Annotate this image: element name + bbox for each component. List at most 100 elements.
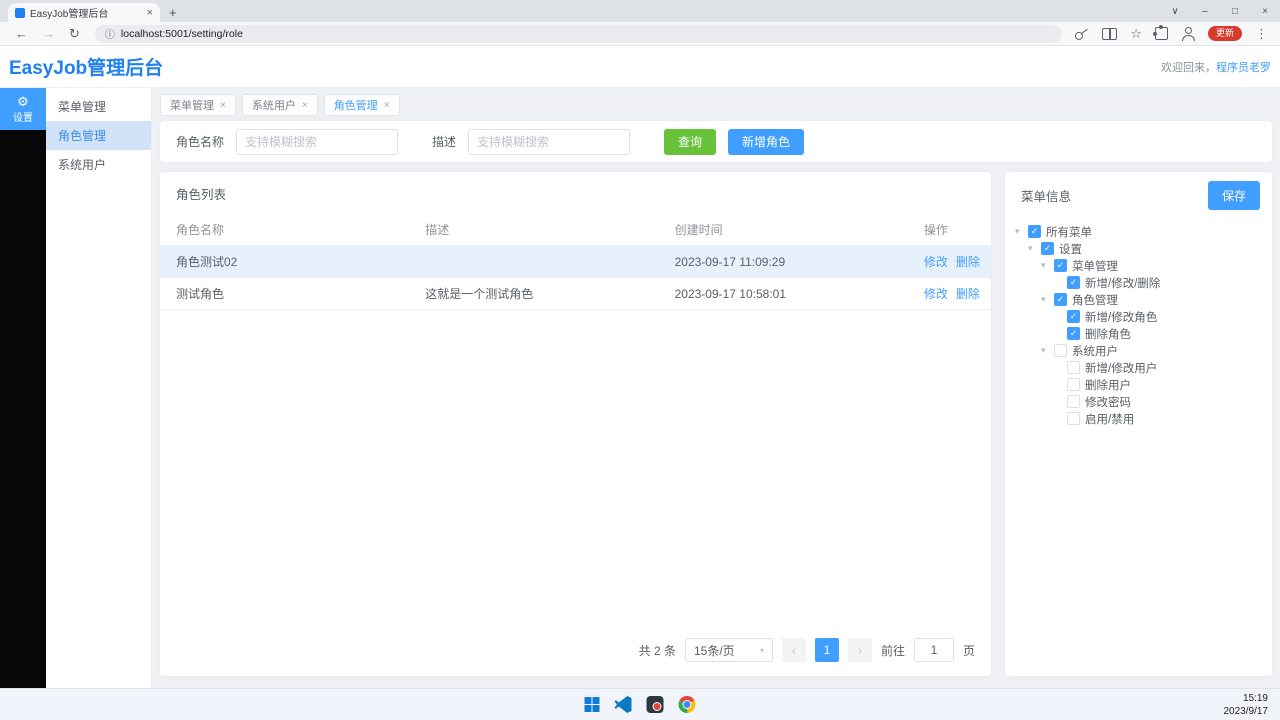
table-header-row: 角色名称 描述 创建时间 操作 xyxy=(160,214,991,246)
menu-info-card: 菜单信息 保存 ▾✓所有菜单▾✓设置▾✓菜单管理▾✓新增/修改/删除▾✓角色管理… xyxy=(1005,172,1272,676)
browser-tab-strip: EasyJob管理后台 × + ∨ – □ × xyxy=(0,0,1280,22)
caret-down-icon[interactable]: ▾ xyxy=(1041,294,1054,305)
caret-down-icon[interactable]: ▾ xyxy=(1041,260,1054,271)
save-button[interactable]: 保存 xyxy=(1207,181,1260,210)
tree-node[interactable]: ▾ ✓ 所有菜单 xyxy=(1013,223,1264,240)
windows-start-icon[interactable] xyxy=(584,697,600,712)
refresh-button[interactable]: ↻ xyxy=(69,26,80,42)
tree-checkbox[interactable]: ✓ xyxy=(1041,242,1054,255)
pagination: 共 2 条 15条/页 ▾ ‹ 1 › 前往 页 xyxy=(160,626,991,676)
tab-close-icon[interactable]: × xyxy=(220,100,226,111)
back-button[interactable]: ← xyxy=(15,26,28,41)
caret-down-icon[interactable]: ▾ xyxy=(1041,345,1054,356)
menu-info-title: 菜单信息 xyxy=(1021,190,1072,204)
tree-node[interactable]: ▾ ✓ 菜单管理 xyxy=(1013,257,1264,274)
site-info-icon[interactable]: ⓘ xyxy=(105,26,115,41)
browser-profile-icon[interactable] xyxy=(1181,26,1195,41)
edit-link[interactable]: 修改 xyxy=(924,287,948,301)
page-size-select[interactable]: 15条/页 ▾ xyxy=(684,638,773,662)
page-tab[interactable]: 角色管理 × xyxy=(323,94,400,116)
cell-actions: 修改 删除 xyxy=(907,277,991,310)
tree-checkbox[interactable]: ✓ xyxy=(1067,327,1080,340)
sidebar-item[interactable]: 系统用户 xyxy=(46,150,151,179)
role-list-title: 角色列表 xyxy=(176,188,227,202)
tree-node-label: 删除用户 xyxy=(1085,379,1131,392)
caret-down-icon[interactable]: ▾ xyxy=(1015,226,1028,237)
next-page-button[interactable]: › xyxy=(847,638,872,662)
favorites-star-icon[interactable]: ☆ xyxy=(1130,27,1142,40)
sidebar-item[interactable]: 菜单管理 xyxy=(46,92,151,121)
rail-item-settings[interactable]: ⚙ 设置 xyxy=(0,88,46,130)
goto-label: 前往 xyxy=(880,643,905,658)
maximize-button[interactable]: □ xyxy=(1220,0,1250,22)
tree-checkbox[interactable] xyxy=(1054,344,1067,357)
taskbar-clock[interactable]: 15:19 2023/9/17 xyxy=(1224,692,1269,718)
address-bar[interactable]: ⓘ localhost:5001/setting/role xyxy=(94,24,1063,43)
password-key-icon[interactable] xyxy=(1071,23,1092,44)
page-tab[interactable]: 系统用户 × xyxy=(241,94,318,116)
tree-checkbox[interactable]: ✓ xyxy=(1067,310,1080,323)
forward-button[interactable]: → xyxy=(42,26,55,41)
page-tab[interactable]: 菜单管理 × xyxy=(160,94,236,116)
app-icon[interactable] xyxy=(646,696,664,713)
tree-node[interactable]: ▾删除用户 xyxy=(1013,376,1264,393)
delete-link[interactable]: 删除 xyxy=(956,287,980,301)
role-name-input[interactable] xyxy=(236,128,399,155)
chrome-icon[interactable] xyxy=(678,696,696,713)
close-window-button[interactable]: × xyxy=(1250,0,1280,22)
tree-checkbox[interactable]: ✓ xyxy=(1054,259,1067,272)
browser-menu-dots-icon[interactable]: ⋮ xyxy=(1255,27,1268,40)
query-button[interactable]: 查询 xyxy=(664,128,717,155)
tree-node[interactable]: ▾ ✓ 角色管理 xyxy=(1013,291,1264,308)
extensions-puzzle-icon[interactable] xyxy=(1152,25,1168,40)
minimize-button[interactable]: – xyxy=(1190,0,1220,22)
delete-link[interactable]: 删除 xyxy=(956,255,980,269)
vscode-icon[interactable] xyxy=(614,696,632,713)
welcome-text: 欢迎回来，程序员老罗 xyxy=(1161,59,1271,75)
tree-checkbox[interactable] xyxy=(1067,361,1080,374)
tree-node-label: 系统用户 xyxy=(1072,345,1118,358)
add-role-button[interactable]: 新增角色 xyxy=(728,128,805,155)
main-area: 菜单管理 × 系统用户 × 角色管理 × 角色名称 描述 查询 新增角色 角色列表 角色名… xyxy=(152,88,1280,688)
tree-node[interactable]: ▾ 系统用户 xyxy=(1013,342,1264,359)
goto-page-input[interactable] xyxy=(913,638,954,662)
split-screen-icon[interactable] xyxy=(1102,27,1118,40)
tab-close-icon[interactable]: × xyxy=(384,100,390,111)
table-row[interactable]: 角色测试02 2023-09-17 11:09:29 修改 删除 xyxy=(160,245,991,278)
tree-checkbox[interactable] xyxy=(1067,395,1080,408)
prev-page-button[interactable]: ‹ xyxy=(781,638,806,662)
tree-node[interactable]: ▾修改密码 xyxy=(1013,393,1264,410)
caret-down-icon[interactable]: ▾ xyxy=(1028,243,1041,254)
tab-search-chevron-icon[interactable]: ∨ xyxy=(1160,0,1190,22)
tree-node[interactable]: ▾新增/修改用户 xyxy=(1013,359,1264,376)
tree-node[interactable]: ▾✓新增/修改角色 xyxy=(1013,308,1264,325)
cell-created-time: 2023-09-17 10:58:01 xyxy=(658,277,908,310)
sidebar-item[interactable]: 角色管理 xyxy=(46,121,151,150)
tree-checkbox[interactable]: ✓ xyxy=(1028,225,1041,238)
tree-checkbox[interactable] xyxy=(1067,412,1080,425)
tree-node[interactable]: ▾✓删除角色 xyxy=(1013,325,1264,342)
username-link[interactable]: 程序员老罗 xyxy=(1216,62,1271,74)
site-favicon xyxy=(15,7,25,18)
tree-node-label: 修改密码 xyxy=(1085,396,1131,409)
clock-date: 2023/9/17 xyxy=(1223,705,1269,717)
new-tab-button[interactable]: + xyxy=(169,5,177,20)
tree-checkbox[interactable]: ✓ xyxy=(1054,293,1067,306)
browser-tab[interactable]: EasyJob管理后台 × xyxy=(8,3,160,22)
edit-link[interactable]: 修改 xyxy=(924,255,948,269)
column-header: 描述 xyxy=(409,214,659,246)
tree-checkbox[interactable]: ✓ xyxy=(1067,276,1080,289)
tree-node[interactable]: ▾启用/禁用 xyxy=(1013,410,1264,427)
column-header: 操作 xyxy=(907,214,991,246)
tree-node[interactable]: ▾ ✓ 设置 xyxy=(1013,240,1264,257)
table-row[interactable]: 测试角色 这就是一个测试角色 2023-09-17 10:58:01 修改 删除 xyxy=(160,277,991,310)
description-label: 描述 xyxy=(432,135,457,149)
tree-node[interactable]: ▾✓新增/修改/删除 xyxy=(1013,274,1264,291)
cell-role-name: 角色测试02 xyxy=(160,245,410,278)
description-input[interactable] xyxy=(468,128,631,155)
browser-tab-close-icon[interactable]: × xyxy=(147,7,153,19)
current-page-button[interactable]: 1 xyxy=(814,638,839,662)
tree-checkbox[interactable] xyxy=(1067,378,1080,391)
tab-close-icon[interactable]: × xyxy=(302,100,308,111)
browser-update-button[interactable]: 更新 xyxy=(1207,26,1242,41)
